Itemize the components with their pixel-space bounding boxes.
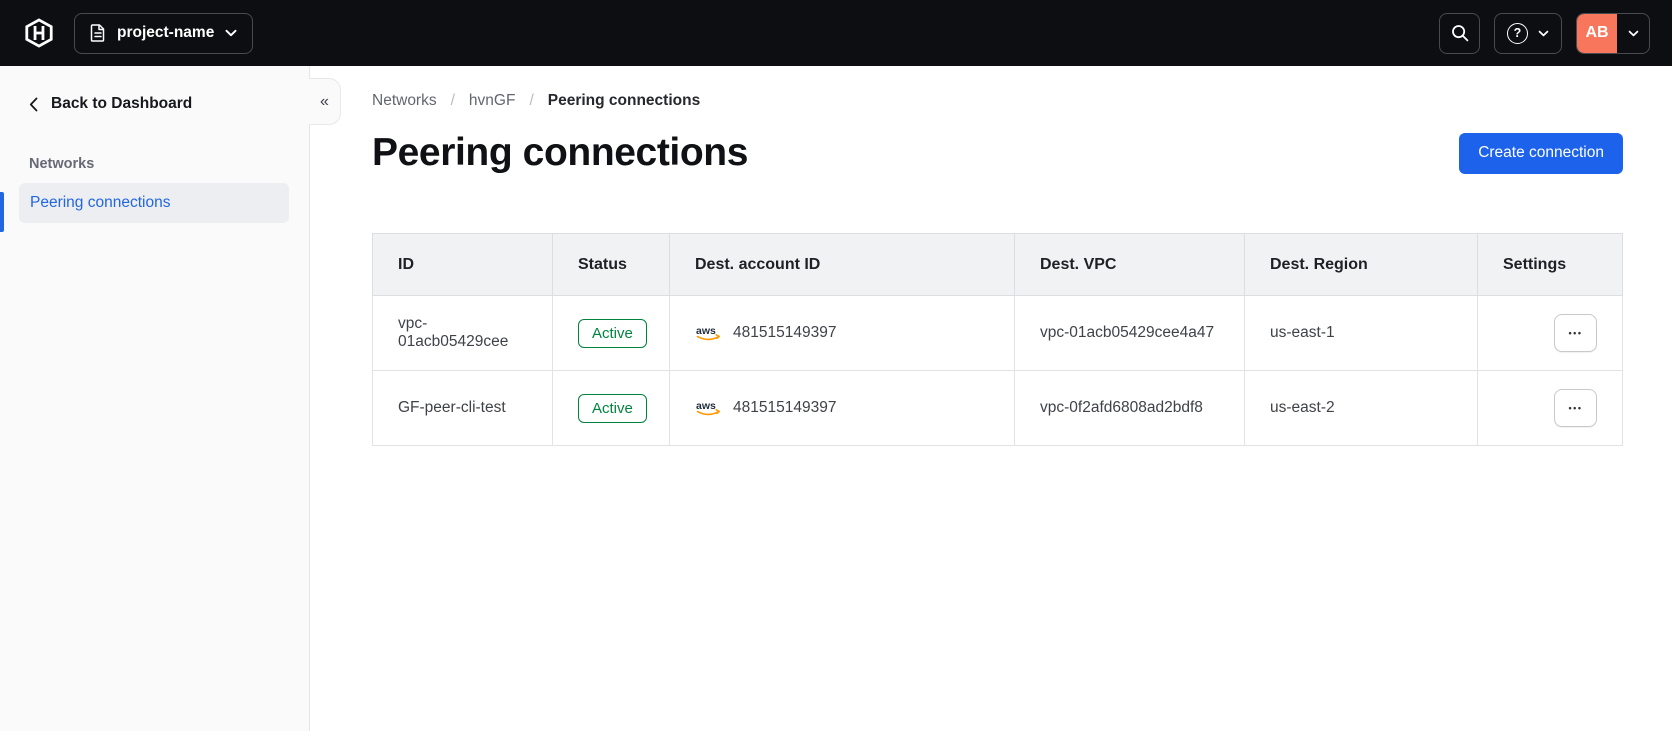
create-connection-button[interactable]: Create connection bbox=[1459, 132, 1623, 174]
peering-connections-table: ID Status Dest. account ID Dest. VPC Des… bbox=[372, 233, 1623, 446]
sidebar-section-networks: Networks bbox=[29, 156, 95, 172]
collapse-icon: « bbox=[320, 92, 329, 110]
hashicorp-logo-icon bbox=[25, 18, 53, 48]
help-icon: ? bbox=[1507, 22, 1528, 44]
ellipsis-icon: ••• bbox=[1568, 403, 1583, 413]
user-menu-button[interactable]: AB bbox=[1576, 12, 1650, 54]
cell-settings: ••• bbox=[1477, 370, 1623, 446]
main-content: Networks / hvnGF / Peering connections P… bbox=[310, 66, 1672, 731]
cell-dest-region: us-east-1 bbox=[1244, 295, 1478, 371]
chevron-down-icon bbox=[1538, 30, 1549, 36]
account-id-value: 481515149397 bbox=[733, 399, 837, 416]
cell-status: Active bbox=[552, 370, 670, 446]
cell-id: GF-peer-cli-test bbox=[372, 370, 553, 446]
project-name-label: project-name bbox=[117, 24, 215, 41]
aws-logo-icon: aws bbox=[696, 325, 720, 341]
status-badge: Active bbox=[578, 318, 647, 348]
cell-dest-vpc: vpc-01acb05429cee4a47 bbox=[1014, 295, 1245, 371]
svg-text:aws: aws bbox=[696, 325, 716, 337]
breadcrumb-separator: / bbox=[450, 92, 455, 109]
cell-settings: ••• bbox=[1477, 295, 1623, 371]
hashicorp-logo[interactable] bbox=[24, 18, 54, 48]
sidebar-item-label: Peering connections bbox=[30, 194, 171, 211]
ellipsis-icon: ••• bbox=[1568, 328, 1583, 338]
breadcrumb-current: Peering connections bbox=[547, 92, 701, 109]
column-header-dest-vpc: Dest. VPC bbox=[1014, 233, 1245, 296]
status-badge: Active bbox=[578, 393, 647, 423]
active-item-indicator bbox=[0, 192, 4, 232]
sidebar-item-peering-connections[interactable]: Peering connections bbox=[19, 183, 289, 223]
cell-id: vpc-01acb05429cee bbox=[372, 295, 553, 371]
chevron-down-icon bbox=[225, 29, 237, 37]
avatar: AB bbox=[1577, 13, 1617, 53]
breadcrumb-hvn[interactable]: hvnGF bbox=[469, 92, 516, 110]
search-icon bbox=[1451, 25, 1468, 42]
table-row: vpc-01acb05429cee Active aws 48151514939… bbox=[372, 295, 1623, 371]
row-settings-button[interactable]: ••• bbox=[1554, 389, 1597, 427]
cell-dest-account-id: aws 481515149397 bbox=[669, 295, 1015, 371]
column-header-id: ID bbox=[372, 233, 553, 296]
page-title: Peering connections bbox=[372, 131, 748, 174]
search-button[interactable] bbox=[1439, 12, 1480, 54]
back-to-dashboard-link[interactable]: Back to Dashboard bbox=[0, 90, 192, 118]
table-row: GF-peer-cli-test Active aws 481515149397… bbox=[372, 370, 1623, 446]
chevron-left-icon bbox=[29, 97, 38, 111]
column-header-dest-region: Dest. Region bbox=[1244, 233, 1478, 296]
table-header-row: ID Status Dest. account ID Dest. VPC Des… bbox=[372, 233, 1623, 296]
help-menu-button[interactable]: ? bbox=[1494, 12, 1562, 54]
topbar: project-name ? AB bbox=[0, 0, 1672, 66]
aws-logo-icon: aws bbox=[696, 400, 720, 416]
breadcrumb-separator: / bbox=[529, 92, 534, 109]
cell-status: Active bbox=[552, 295, 670, 371]
cell-dest-region: us-east-2 bbox=[1244, 370, 1478, 446]
collapse-sidebar-button[interactable]: « bbox=[309, 78, 341, 125]
app-body: Back to Dashboard Networks Peering conne… bbox=[0, 66, 1672, 731]
column-header-dest-account-id: Dest. account ID bbox=[669, 233, 1015, 296]
breadcrumb: Networks / hvnGF / Peering connections bbox=[372, 92, 1623, 110]
cell-dest-vpc: vpc-0f2afd6808ad2bdf8 bbox=[1014, 370, 1245, 446]
breadcrumb-networks[interactable]: Networks bbox=[372, 92, 437, 110]
sidebar: Back to Dashboard Networks Peering conne… bbox=[0, 66, 310, 731]
svg-text:aws: aws bbox=[696, 400, 716, 412]
cell-dest-account-id: aws 481515149397 bbox=[669, 370, 1015, 446]
column-header-status: Status bbox=[552, 233, 670, 296]
column-header-settings: Settings bbox=[1477, 233, 1623, 296]
row-settings-button[interactable]: ••• bbox=[1554, 314, 1597, 352]
back-to-dashboard-label: Back to Dashboard bbox=[51, 95, 193, 112]
account-id-value: 481515149397 bbox=[733, 324, 837, 341]
document-icon bbox=[90, 24, 105, 42]
project-switcher-button[interactable]: project-name bbox=[74, 12, 254, 54]
chevron-down-icon bbox=[1628, 30, 1639, 36]
